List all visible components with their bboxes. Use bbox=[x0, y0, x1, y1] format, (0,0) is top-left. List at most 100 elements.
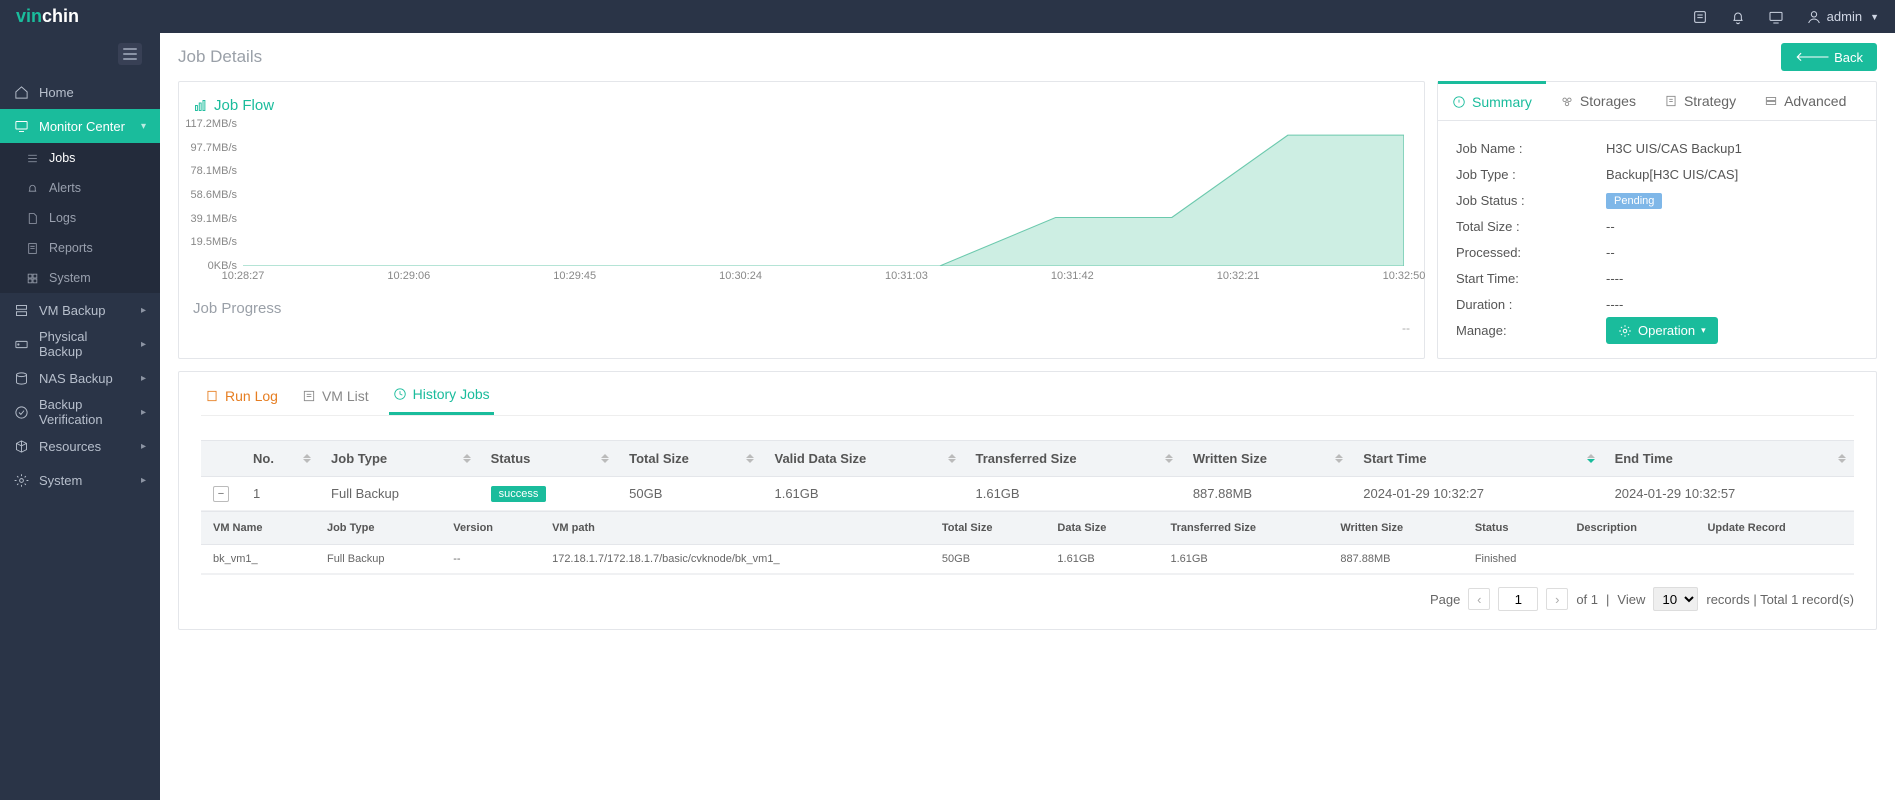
pager-of: of 1 bbox=[1576, 592, 1598, 607]
summary-row: Job Status :Pending bbox=[1456, 187, 1858, 213]
tab-history-jobs[interactable]: History Jobs bbox=[389, 386, 494, 415]
tab-summary[interactable]: Summary bbox=[1438, 81, 1546, 120]
sidebar-item-vm-backup[interactable]: VM Backup▸ bbox=[0, 293, 160, 327]
chevron-icon: ▸ bbox=[141, 441, 146, 452]
logo: vinchin bbox=[16, 6, 79, 27]
monitor-icon bbox=[14, 119, 29, 134]
pager-page-input[interactable] bbox=[1498, 587, 1538, 611]
pager-view-label: View bbox=[1617, 592, 1645, 607]
status-badge: Pending bbox=[1606, 193, 1662, 209]
tab-advanced[interactable]: Advanced bbox=[1750, 82, 1860, 120]
col-written-size[interactable]: Written Size bbox=[1181, 441, 1351, 477]
sidebar-item-monitor-center[interactable]: Monitor Center▾ bbox=[0, 109, 160, 143]
bell-icon bbox=[26, 182, 39, 195]
sidebar-toggle-button[interactable] bbox=[118, 43, 142, 65]
tab-vm-list[interactable]: VM List bbox=[298, 386, 373, 415]
note-icon[interactable] bbox=[1692, 9, 1708, 25]
summary-row: Job Name :H3C UIS/CAS Backup1 bbox=[1456, 135, 1858, 161]
pager-prev[interactable]: ‹ bbox=[1468, 588, 1490, 610]
chevron-icon: ▸ bbox=[141, 339, 146, 350]
x-tick: 10:29:06 bbox=[387, 270, 430, 282]
sidebar-subitem-jobs[interactable]: Jobs bbox=[0, 143, 160, 173]
pager-tail: records | Total 1 record(s) bbox=[1706, 592, 1854, 607]
sidebar-item-home[interactable]: Home bbox=[0, 75, 160, 109]
summary-tabs: SummaryStoragesStrategyAdvanced bbox=[1438, 82, 1876, 121]
tab-strategy[interactable]: Strategy bbox=[1650, 82, 1750, 120]
chevron-icon: ▸ bbox=[141, 475, 146, 486]
col-start-time[interactable]: Start Time bbox=[1351, 441, 1602, 477]
back-button[interactable]: 🡐Back bbox=[1781, 43, 1877, 71]
detail-panel: Run LogVM ListHistory Jobs No.Job TypeSt… bbox=[178, 371, 1877, 630]
x-tick: 10:32:50 bbox=[1383, 270, 1426, 282]
table-subrow: VM NameJob TypeVersionVM pathTotal SizeD… bbox=[201, 511, 1854, 575]
user-menu[interactable]: admin▼ bbox=[1806, 9, 1879, 25]
tab-icon bbox=[1452, 95, 1466, 109]
history-table: No.Job TypeStatusTotal SizeValid Data Si… bbox=[201, 440, 1854, 575]
job-flow-chart: 0KB/s19.5MB/s39.1MB/s58.6MB/s78.1MB/s97.… bbox=[243, 124, 1410, 284]
sidebar-subitem-alerts[interactable]: Alerts bbox=[0, 173, 160, 203]
list-icon bbox=[26, 152, 39, 165]
job-progress-title: Job Progress bbox=[193, 300, 1410, 317]
job-progress-value: -- bbox=[193, 321, 1410, 335]
col-end-time[interactable]: End Time bbox=[1603, 441, 1854, 477]
x-tick: 10:32:21 bbox=[1217, 270, 1260, 282]
tab-icon bbox=[205, 389, 219, 403]
tab-icon bbox=[393, 387, 407, 401]
home-icon bbox=[14, 85, 29, 100]
sidebar-item-system[interactable]: System▸ bbox=[0, 463, 160, 497]
x-tick: 10:30:24 bbox=[719, 270, 762, 282]
chevron-icon: ▾ bbox=[141, 121, 146, 132]
check-icon bbox=[14, 405, 29, 420]
col-valid-data-size[interactable]: Valid Data Size bbox=[762, 441, 963, 477]
col-status[interactable]: Status bbox=[479, 441, 617, 477]
sidebar-subitem-logs[interactable]: Logs bbox=[0, 203, 160, 233]
y-tick: 58.6MB/s bbox=[191, 189, 237, 201]
chevron-icon: ▸ bbox=[141, 407, 146, 418]
sidebar-item-physical-backup[interactable]: Physical Backup▸ bbox=[0, 327, 160, 361]
x-tick: 10:31:03 bbox=[885, 270, 928, 282]
tab-icon bbox=[1560, 94, 1574, 108]
screen-icon[interactable] bbox=[1768, 9, 1784, 25]
sidebar-item-nas-backup[interactable]: NAS Backup▸ bbox=[0, 361, 160, 395]
chart-icon bbox=[193, 98, 208, 113]
col-total-size[interactable]: Total Size bbox=[617, 441, 762, 477]
server-icon bbox=[14, 303, 29, 318]
chevron-icon: ▸ bbox=[141, 373, 146, 384]
col-no-[interactable]: No. bbox=[241, 441, 319, 477]
status-badge: success bbox=[491, 486, 547, 502]
detail-tabs: Run Log VM List History Jobs bbox=[201, 386, 1854, 416]
summary-panel: SummaryStoragesStrategyAdvanced Job Name… bbox=[1437, 81, 1877, 359]
y-tick: 39.1MB/s bbox=[191, 213, 237, 225]
pager-next[interactable]: › bbox=[1546, 588, 1568, 610]
y-tick: 117.2MB/s bbox=[185, 118, 237, 130]
hdd-icon bbox=[14, 337, 29, 352]
sidebar-subitem-reports[interactable]: Reports bbox=[0, 233, 160, 263]
bell-icon[interactable] bbox=[1730, 9, 1746, 25]
sidebar-item-backup-verification[interactable]: Backup Verification▸ bbox=[0, 395, 160, 429]
grid-icon bbox=[26, 272, 39, 285]
col-job-type[interactable]: Job Type bbox=[319, 441, 479, 477]
y-tick: 78.1MB/s bbox=[191, 165, 237, 177]
tab-storages[interactable]: Storages bbox=[1546, 82, 1650, 120]
sidebar-item-resources[interactable]: Resources▸ bbox=[0, 429, 160, 463]
row-expander[interactable]: − bbox=[213, 486, 229, 502]
x-tick: 10:29:45 bbox=[553, 270, 596, 282]
tab-icon bbox=[302, 389, 316, 403]
sidebar: HomeMonitor Center▾JobsAlertsLogsReports… bbox=[0, 33, 160, 800]
x-tick: 10:28:27 bbox=[222, 270, 265, 282]
sidebar-toggle-row bbox=[0, 33, 160, 75]
tab-icon bbox=[1664, 94, 1678, 108]
cube-icon bbox=[14, 439, 29, 454]
summary-row: Job Type :Backup[H3C UIS/CAS] bbox=[1456, 161, 1858, 187]
operation-button[interactable]: Operation▾ bbox=[1606, 317, 1718, 344]
pager-size-select[interactable]: 10 bbox=[1653, 587, 1698, 611]
sidebar-subitem-system[interactable]: System bbox=[0, 263, 160, 293]
pager-label: Page bbox=[1430, 592, 1460, 607]
table-row: −1Full Backupsuccess50GB1.61GB1.61GB887.… bbox=[201, 477, 1854, 511]
topbar: vinchin admin▼ bbox=[0, 0, 1895, 33]
tab-run-log[interactable]: Run Log bbox=[201, 386, 282, 415]
summary-row: Manage:Operation▾ bbox=[1456, 317, 1858, 344]
y-tick: 19.5MB/s bbox=[191, 236, 237, 248]
col-transferred-size[interactable]: Transferred Size bbox=[964, 441, 1181, 477]
topbar-actions: admin▼ bbox=[1692, 9, 1879, 25]
